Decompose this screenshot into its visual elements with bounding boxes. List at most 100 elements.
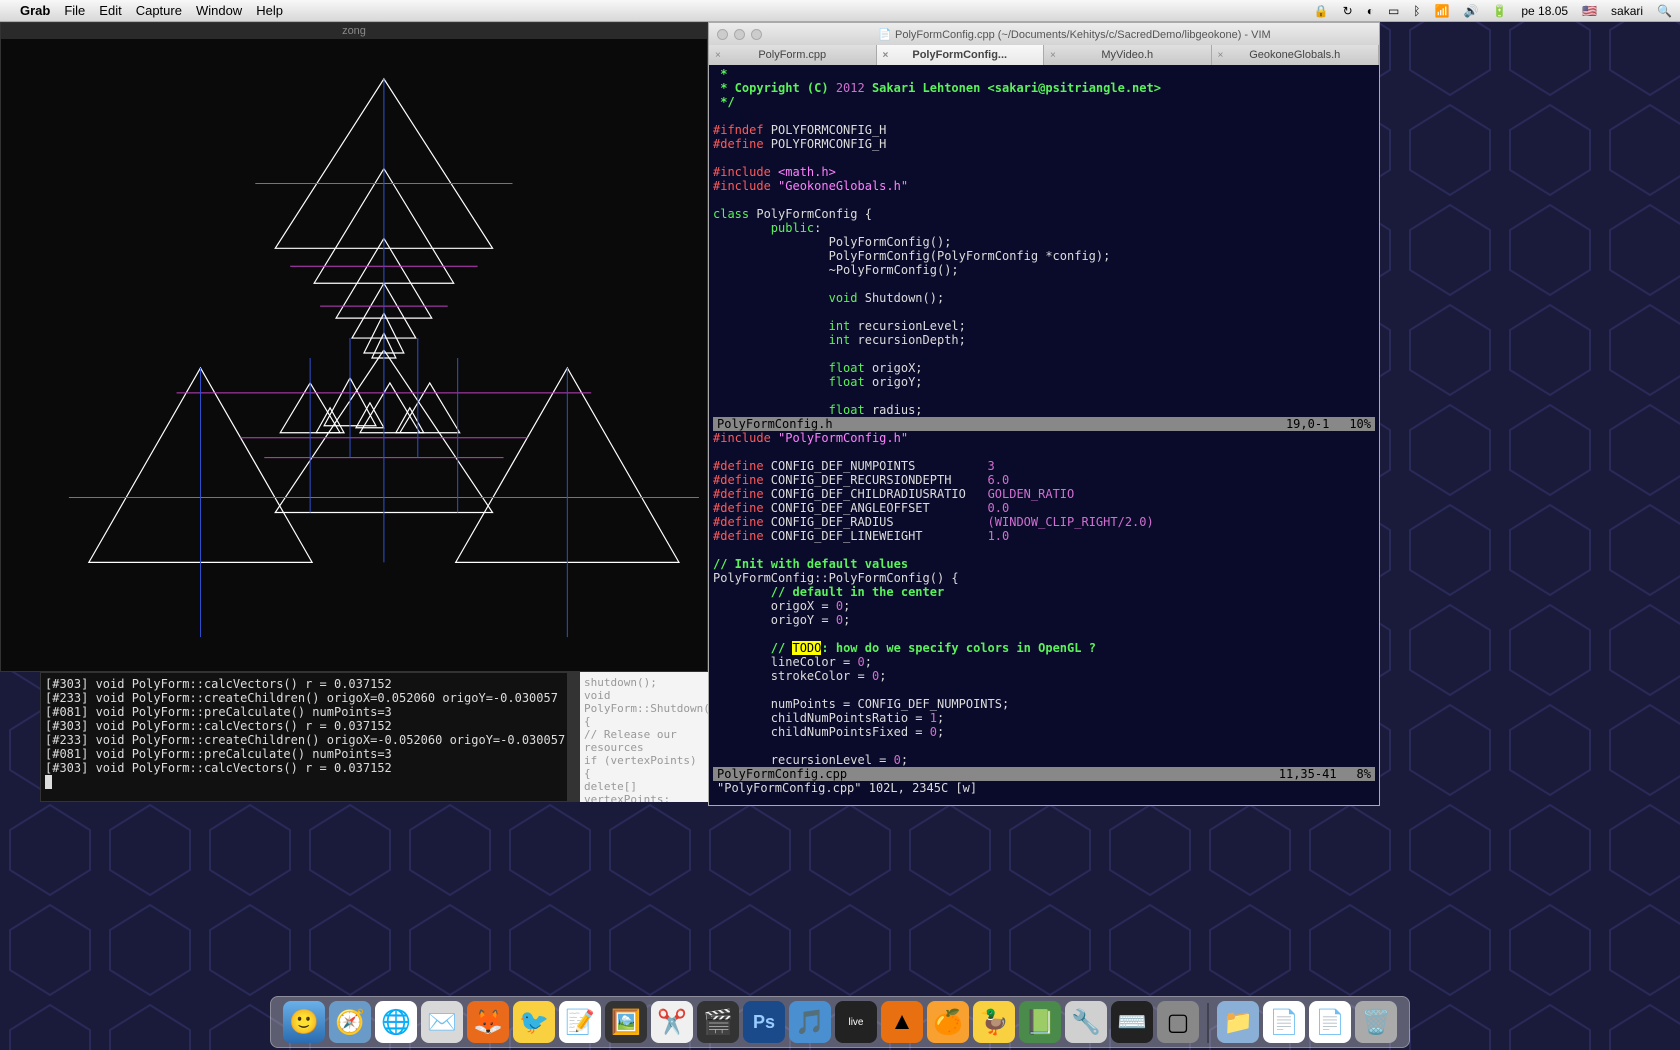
lock-icon[interactable]: 🔒 (1314, 4, 1329, 18)
bg-code-line: void PolyForm::Shutdown() { (584, 689, 704, 728)
code: "PolyFormConfig.h" (778, 431, 908, 445)
spotlight-icon[interactable]: 🔍 (1657, 4, 1672, 18)
status-cursor: 19,0-1 (1286, 417, 1329, 431)
log-line: [#233] void PolyForm::createChildren() o… (45, 691, 575, 705)
log-line: [#303] void PolyForm::calcVectors() r = … (45, 761, 575, 775)
close-icon[interactable]: × (1218, 50, 1224, 61)
status-icon[interactable]: ◐ (1367, 4, 1374, 18)
log-window[interactable]: [#303] void PolyForm::calcVectors() r = … (40, 672, 580, 802)
battery-icon[interactable]: 🔋 (1492, 4, 1507, 18)
dock-safari[interactable]: 🧭 (329, 1001, 371, 1043)
clock[interactable]: pe 18.05 (1521, 4, 1568, 18)
dock-utility[interactable]: 🔧 (1065, 1001, 1107, 1043)
close-icon[interactable]: × (1050, 50, 1056, 61)
tab-geokoneglobals[interactable]: ×GeokoneGlobals.h (1212, 45, 1380, 65)
dock-separator (1207, 1003, 1209, 1043)
code: recursionDepth; (850, 333, 966, 347)
background-editor-fragment: shutdown(); void PolyForm::Shutdown() { … (580, 672, 708, 802)
code: PolyFormConfig(); (829, 235, 952, 249)
volume-icon[interactable]: 🔊 (1463, 4, 1478, 18)
dock-folder[interactable]: 📁 (1217, 1001, 1259, 1043)
code: ; (937, 711, 944, 725)
display-icon[interactable]: ▭ (1388, 4, 1399, 18)
user-name[interactable]: sakari (1611, 4, 1643, 18)
code: CONFIG_DEF_ANGLEOFFSET (764, 501, 930, 515)
tab-polyformconfig[interactable]: ×PolyFormConfig... (877, 45, 1045, 65)
dock-itunes[interactable]: 🎵 (789, 1001, 831, 1043)
dock-app[interactable]: ▢ (1157, 1001, 1199, 1043)
code: origoX; (865, 361, 923, 375)
code: ; (901, 753, 908, 767)
dock-finalcut[interactable]: 🎬 (697, 1001, 739, 1043)
tab-polyform[interactable]: ×PolyForm.cpp (709, 45, 877, 65)
code: #include (713, 431, 778, 445)
code: (WINDOW_CLIP_RIGHT/ (988, 515, 1125, 529)
tab-myvideo[interactable]: ×MyVideo.h (1044, 45, 1212, 65)
wifi-icon[interactable]: 📶 (1435, 4, 1450, 18)
code: 6.0 (988, 473, 1010, 487)
bluetooth-icon[interactable]: ᛒ (1413, 4, 1420, 18)
dock-imageapp[interactable]: 🖼️ (605, 1001, 647, 1043)
code: public (771, 221, 814, 235)
status-percent: 8% (1357, 767, 1371, 781)
code: PolyFormConfig::PolyFormConfig() { (713, 571, 959, 585)
vim-titlebar[interactable]: 📄 PolyFormConfig.cpp (~/Documents/Kehity… (709, 23, 1379, 45)
dock-doc1[interactable]: 📄 (1263, 1001, 1305, 1043)
dock-trash[interactable]: 🗑️ (1355, 1001, 1397, 1043)
dock-chrome[interactable]: 🌐 (375, 1001, 417, 1043)
dock-ableton[interactable]: live (835, 1001, 877, 1043)
code: childNumPointsRatio = (771, 711, 930, 725)
dock-cyberduck[interactable]: 🦆 (973, 1001, 1015, 1043)
cursor-block (45, 775, 52, 789)
dock-macvim[interactable]: 📗 (1019, 1001, 1061, 1043)
graphics-titlebar[interactable]: zong (1, 23, 707, 39)
code: 1.0 (988, 529, 1010, 543)
dock-vlc[interactable]: ▲ (881, 1001, 923, 1043)
menu-capture[interactable]: Capture (136, 3, 182, 18)
dock-tweetie[interactable]: 🐦 (513, 1001, 555, 1043)
menubar: Grab File Edit Capture Window Help 🔒 ↻ ◐… (0, 0, 1680, 22)
app-name[interactable]: Grab (20, 3, 50, 18)
code: ; (843, 613, 850, 627)
dock-mail[interactable]: ✉️ (421, 1001, 463, 1043)
dock-clementine[interactable]: 🍊 (927, 1001, 969, 1043)
close-icon[interactable]: × (883, 50, 889, 61)
menu-window[interactable]: Window (196, 3, 242, 18)
folder-icon: 📄 (878, 29, 892, 41)
dock-textedit[interactable]: 📝 (559, 1001, 601, 1043)
code: radius; (865, 403, 923, 417)
menu-edit[interactable]: Edit (99, 3, 121, 18)
code: PolyFormConfig { (749, 207, 872, 221)
dock-terminal[interactable]: ⌨️ (1111, 1001, 1153, 1043)
zoom-button[interactable] (751, 29, 762, 40)
scrollbar[interactable] (567, 673, 579, 801)
code: strokeColor = (771, 669, 872, 683)
code: int (829, 319, 851, 333)
dock-photoshop[interactable]: Ps (743, 1001, 785, 1043)
code: #include (713, 165, 778, 179)
log-line: [#081] void PolyForm::preCalculate() num… (45, 705, 575, 719)
canvas[interactable] (1, 39, 707, 671)
window-title: 📄 PolyFormConfig.cpp (~/Documents/Kehity… (770, 28, 1379, 41)
menu-help[interactable]: Help (256, 3, 283, 18)
dock-finder[interactable]: 🙂 (283, 1001, 325, 1043)
dock-firefox[interactable]: 🦊 (467, 1001, 509, 1043)
close-button[interactable] (717, 29, 728, 40)
code: POLYFORMCONFIG_H (764, 137, 887, 151)
flag-icon[interactable]: 🇺🇸 (1582, 4, 1597, 18)
code: 2012 (836, 81, 865, 95)
close-icon[interactable]: × (715, 50, 721, 61)
code: POLYFORMCONFIG_H (764, 123, 887, 137)
minimize-button[interactable] (734, 29, 745, 40)
command-line: "PolyFormConfig.cpp" 102L, 2345C [w] (713, 781, 1375, 795)
editor[interactable]: * * Copyright (C) 2012 Sakari Lehtonen <… (709, 65, 1379, 805)
dock-doc2[interactable]: 📄 (1309, 1001, 1351, 1043)
dock-cut[interactable]: ✂️ (651, 1001, 693, 1043)
code: float (829, 403, 865, 417)
code: ; (879, 669, 886, 683)
bg-code-line: // Release our resources (584, 728, 704, 754)
code: // Init with default values (713, 557, 908, 571)
code: origoY = (771, 613, 836, 627)
sync-icon[interactable]: ↻ (1343, 4, 1353, 18)
menu-file[interactable]: File (64, 3, 85, 18)
